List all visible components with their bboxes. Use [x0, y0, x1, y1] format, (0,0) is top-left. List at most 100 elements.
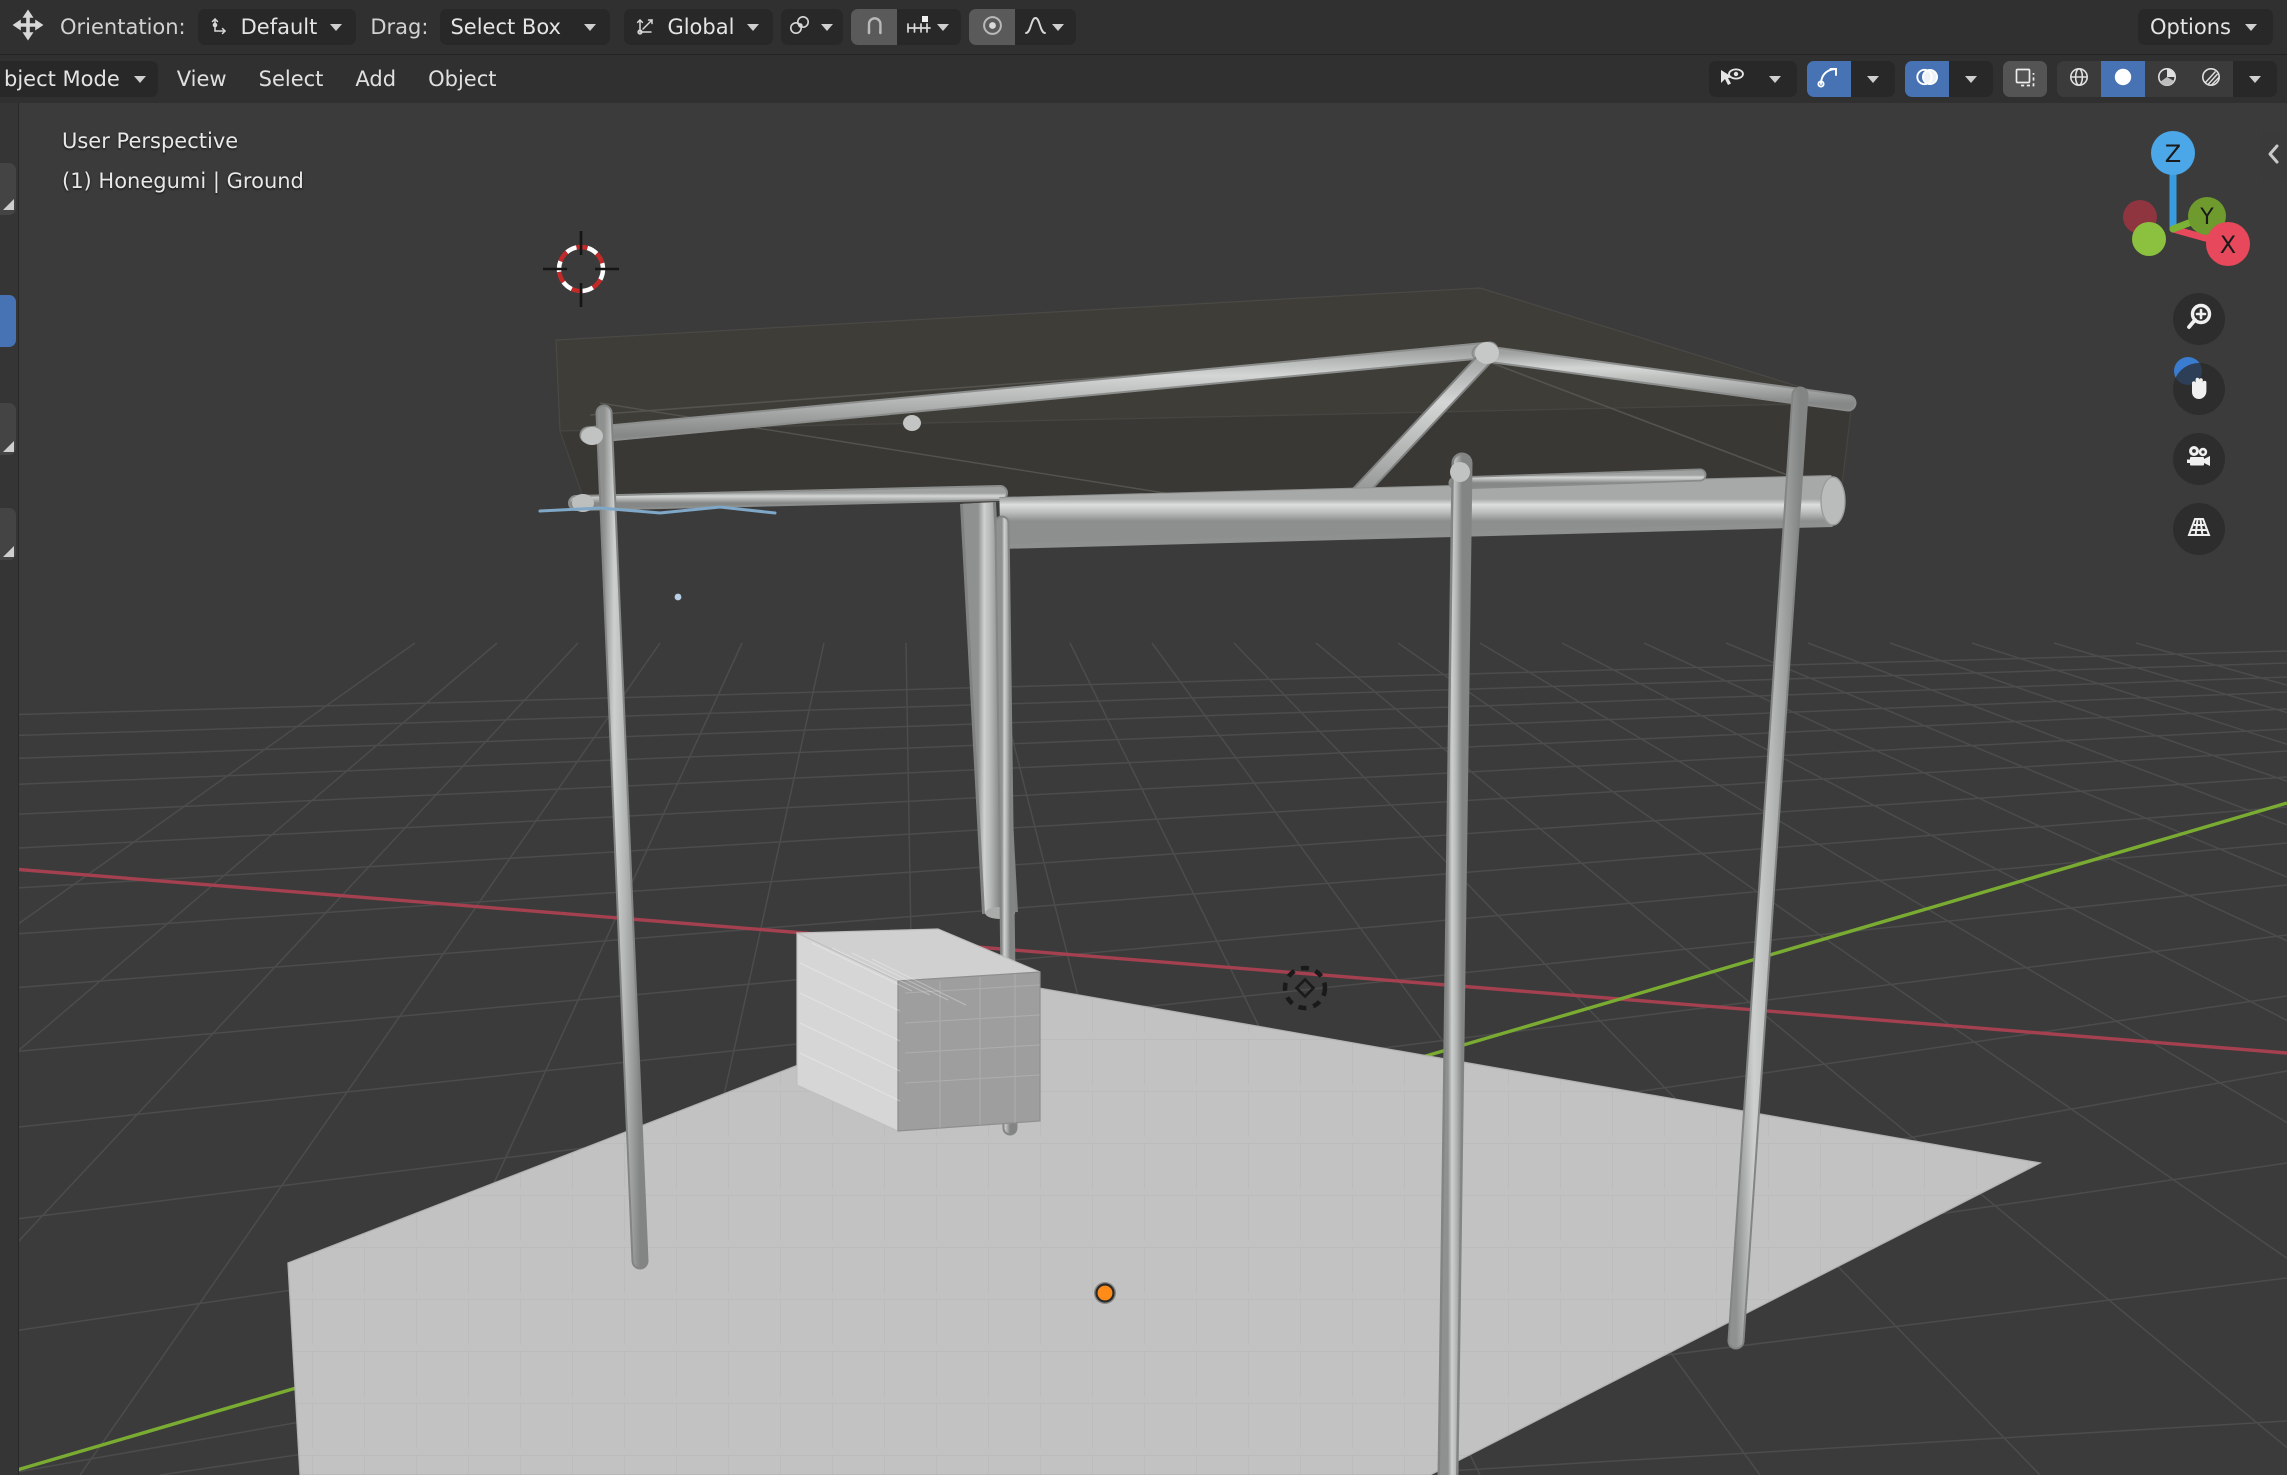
axis-label-z: Z [2165, 140, 2181, 168]
material-preview-sphere-icon [2154, 65, 2180, 93]
gizmo-icon [1816, 65, 1842, 93]
toggle-perspective-ortho-button[interactable] [2173, 503, 2225, 555]
viewport-header: bject Mode View Select Add Object [0, 55, 2287, 103]
chevron-down-icon [1769, 75, 1781, 83]
shading-dropdown[interactable] [2233, 61, 2277, 97]
snap-target-dropdown[interactable] [897, 9, 961, 45]
3d-viewport[interactable]: User Perspective (1) Honegumi | Ground Z… [0, 103, 2287, 1475]
wireframe-sphere-icon [2066, 65, 2092, 93]
chevron-down-icon [821, 23, 834, 31]
eye-cursor-icon [1716, 65, 1746, 93]
gizmo-dropdown[interactable] [1851, 61, 1895, 97]
object-type-visibility-group [1709, 61, 1797, 97]
vertex-dot [674, 593, 682, 601]
active-tool-icon-group [10, 7, 46, 47]
chevron-down-icon [747, 23, 760, 31]
blender-window: Orientation: Default Drag: Select Box Gl… [0, 0, 2287, 1475]
chevron-down-icon [2245, 23, 2257, 31]
gizmo-group [1807, 61, 1895, 97]
tool-settings-bar: Orientation: Default Drag: Select Box Gl… [0, 0, 2287, 55]
overlays-dropdown[interactable] [1949, 61, 1993, 97]
gizmo-toggle[interactable] [1807, 61, 1851, 97]
perspective-grid-icon [2184, 512, 2214, 546]
transform-orientation-dropdown[interactable]: Global [624, 9, 774, 45]
proportional-falloff-dropdown[interactable] [1015, 9, 1076, 45]
xray-icon [2012, 65, 2038, 93]
transform-orientation-value: Global [667, 15, 735, 39]
transform-orientation-icon [208, 13, 232, 41]
object-type-visibility-dropdown[interactable] [1753, 61, 1797, 97]
camera-icon [2184, 442, 2214, 476]
chevron-down-icon [1965, 75, 1977, 83]
drag-value: Select Box [450, 15, 561, 39]
shading-rendered-button[interactable] [2189, 61, 2233, 97]
axis-label-x: X [2220, 231, 2236, 259]
chevron-down-icon [133, 75, 146, 83]
chevron-down-icon [330, 23, 343, 31]
hand-icon [2184, 372, 2214, 406]
object-type-visibility-button[interactable] [1709, 61, 1753, 97]
shading-mode-group [2057, 61, 2277, 97]
xray-toggle[interactable] [2003, 61, 2047, 97]
orientation-value: Default [240, 15, 318, 39]
open-sidebar-button[interactable] [2261, 131, 2287, 181]
shading-solid-button[interactable] [2101, 61, 2145, 97]
menu-select[interactable]: Select [245, 62, 337, 96]
cube-object [796, 928, 1041, 1132]
interaction-mode-value: bject Mode [4, 67, 120, 91]
camera-view-button[interactable] [2173, 433, 2225, 485]
proportional-editing-group [969, 9, 1077, 45]
shading-wireframe-button[interactable] [2057, 61, 2101, 97]
viewport-render [0, 103, 2287, 1475]
chevron-down-icon [2249, 75, 2261, 83]
axis-label-y: Y [2199, 205, 2214, 230]
zoom-button[interactable] [2173, 293, 2225, 345]
shading-material-button[interactable] [2145, 61, 2189, 97]
drag-label: Drag: [370, 15, 429, 39]
orientation-label: Orientation: [60, 15, 186, 39]
pan-button[interactable] [2173, 363, 2225, 415]
tool-select-box-button[interactable] [0, 295, 16, 347]
proportional-editing-icon [980, 13, 1005, 42]
overlays-group [1905, 61, 1993, 97]
chevron-down-icon [1867, 75, 1879, 83]
snap-toggle-button[interactable] [851, 9, 898, 45]
options-label: Options [2149, 15, 2231, 39]
move-tool-icon [10, 7, 46, 47]
proportional-editing-toggle[interactable] [969, 9, 1016, 45]
tool-move-corner-icon [3, 546, 14, 557]
pivot-point-dropdown[interactable] [781, 9, 844, 45]
beam-end-cap [1820, 476, 1846, 526]
menu-view-label: View [176, 67, 227, 91]
overlays-icon [1914, 65, 1940, 93]
tool-cursor-corner-icon [3, 441, 14, 452]
navigation-axis-gizmo[interactable]: Z Y X [2087, 111, 2259, 283]
options-dropdown[interactable]: Options [2137, 9, 2273, 45]
menu-object[interactable]: Object [415, 62, 510, 96]
chevron-left-icon [2266, 143, 2282, 169]
object-origin-dot [1094, 1282, 1116, 1304]
menu-view[interactable]: View [163, 62, 240, 96]
chevron-down-icon [937, 23, 950, 31]
overlays-toggle[interactable] [1905, 61, 1949, 97]
menu-select-label: Select [258, 67, 324, 91]
interaction-mode-dropdown[interactable]: bject Mode [0, 61, 158, 97]
header-right-controls [1709, 61, 2277, 97]
smooth-falloff-curve-icon [1023, 13, 1048, 41]
menu-add[interactable]: Add [342, 62, 410, 96]
tool-tweak-corner-icon [3, 199, 14, 210]
xray-group [2003, 61, 2047, 97]
menu-object-label: Object [428, 67, 497, 91]
orientation-dropdown[interactable]: Default [197, 9, 357, 45]
drag-dropdown[interactable]: Select Box [440, 9, 611, 45]
snap-increment-icon [905, 13, 933, 41]
rendered-sphere-icon [2198, 65, 2224, 93]
menu-add-label: Add [355, 67, 397, 91]
snapping-group [851, 9, 962, 45]
negative-y-ball [2132, 222, 2166, 256]
solid-sphere-icon [2110, 65, 2136, 93]
chevron-down-icon [1052, 23, 1065, 31]
snap-magnet-icon [862, 13, 887, 42]
pivot-point-icon [787, 13, 813, 41]
viewport-nav-buttons [2173, 293, 2225, 555]
